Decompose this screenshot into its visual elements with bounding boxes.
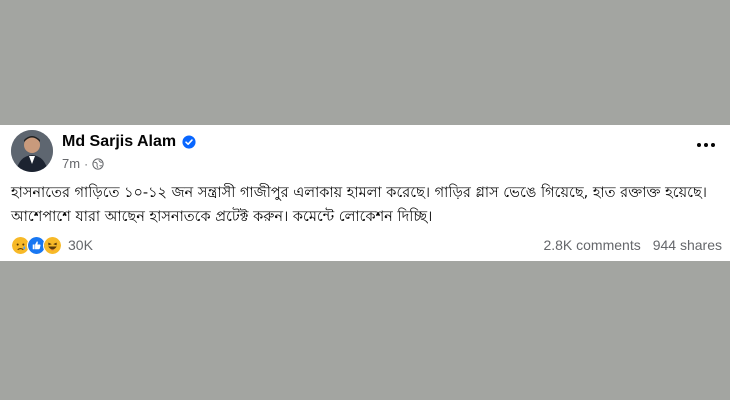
reactions-summary[interactable]: 30K <box>11 235 93 255</box>
author-name[interactable]: Md Sarjis Alam <box>62 133 176 151</box>
shares-count[interactable]: 944 shares <box>653 237 722 253</box>
more-options-button[interactable] <box>696 135 716 155</box>
avatar[interactable] <box>11 130 53 172</box>
comments-count[interactable]: 2.8K comments <box>543 237 640 253</box>
post-stats: 2.8K comments 944 shares <box>543 237 722 253</box>
post-time[interactable]: 7m <box>62 156 80 171</box>
verified-badge-icon <box>182 135 196 149</box>
post-meta: 7m · <box>62 156 104 171</box>
meta-separator: · <box>84 156 89 171</box>
globe-icon <box>92 157 104 170</box>
haha-reaction-icon <box>43 235 62 255</box>
post-card: Md Sarjis Alam 7m · হাসনাতের গাড়িতে ১০-… <box>0 125 730 261</box>
reaction-count[interactable]: 30K <box>68 237 93 253</box>
post-text: হাসনাতের গাড়িতে ১০-১২ জন সন্ত্রাসী গাজী… <box>11 185 707 225</box>
more-options-icon <box>697 143 701 147</box>
post-footer: 30K 2.8K comments 944 shares <box>11 235 722 255</box>
author-name-row: Md Sarjis Alam <box>62 133 196 151</box>
